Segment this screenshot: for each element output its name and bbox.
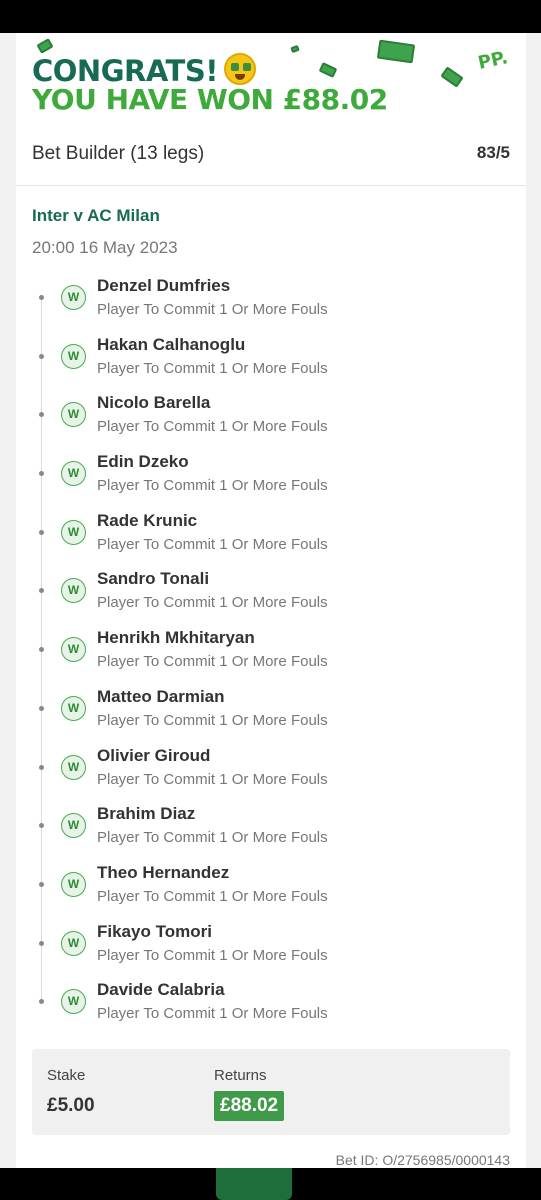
brand-logo: PP. bbox=[476, 47, 510, 74]
leg-market: Player To Commit 1 Or More Fouls bbox=[97, 359, 328, 377]
bet-card: PP. CONGRATS! YOU HAVE WON £88.02 Bet Bu… bbox=[16, 33, 526, 1168]
win-badge-icon: W bbox=[61, 343, 86, 369]
leg-market: Player To Commit 1 Or More Fouls bbox=[97, 711, 328, 729]
stake-value: £5.00 bbox=[47, 1095, 95, 1116]
money-bill-icon bbox=[36, 38, 54, 54]
timeline-dot bbox=[39, 705, 44, 711]
money-bill-icon bbox=[318, 62, 338, 78]
win-badge-icon: W bbox=[61, 285, 86, 310]
leg-player: Fikayo Tomori bbox=[97, 921, 212, 941]
timeline-dot bbox=[39, 940, 44, 946]
win-badge-icon: W bbox=[61, 695, 86, 721]
leg-player: Matteo Darmian bbox=[97, 686, 225, 706]
list-item: W Fikayo Tomori Player To Commit 1 Or More… bbox=[16, 921, 526, 980]
leg-market: Player To Commit 1 Or More Fouls bbox=[97, 535, 328, 553]
win-badge-icon: W bbox=[61, 813, 86, 839]
win-badge-icon: W bbox=[61, 461, 86, 487]
leg-player: Hakan Calhanoglu bbox=[97, 334, 246, 354]
list-item: W Matteo Darmian Player To Commit 1 Or Mor… bbox=[16, 686, 526, 745]
returns-label: Returns bbox=[214, 1067, 267, 1084]
timeline-dot bbox=[39, 412, 44, 418]
leg-player: Brahim Diaz bbox=[97, 804, 196, 824]
timeline-dot bbox=[39, 471, 44, 477]
list-item: W Henrikh Mkhitaryan Player To Commit 1 Or… bbox=[16, 627, 526, 686]
timeline-dot bbox=[39, 764, 44, 770]
leg-market: Player To Commit 1 Or More Fouls bbox=[97, 770, 328, 788]
leg-market: Player To Commit 1 Or More Fouls bbox=[97, 594, 328, 612]
list-item: W Edin Dzeko Player To Commit 1 Or More Fo… bbox=[16, 451, 526, 510]
list-item: W Brahim Diaz Player To Commit 1 Or More F… bbox=[16, 803, 526, 862]
list-item: W Rade Krunic Player To Commit 1 Or More F… bbox=[16, 510, 526, 569]
win-badge-icon: W bbox=[61, 871, 86, 897]
bet-legs-list: W Denzel Dumfries Player To Commit 1 Or Mo… bbox=[16, 275, 526, 1038]
leg-player: Davide Calabria bbox=[97, 980, 225, 1000]
bet-odds: 83/5 bbox=[476, 143, 510, 162]
leg-market: Player To Commit 1 Or More Fouls bbox=[97, 418, 328, 436]
list-item: W Sandro Tonali Player To Commit 1 Or More… bbox=[16, 568, 526, 627]
leg-player: Denzel Dumfries bbox=[97, 276, 231, 295]
leg-player: Nicolo Barella bbox=[97, 393, 211, 413]
win-badge-icon: W bbox=[61, 578, 86, 604]
win-badge-icon: W bbox=[61, 637, 86, 663]
bet-receipt-page: PP. CONGRATS! YOU HAVE WON £88.02 Bet Bu… bbox=[0, 33, 541, 1168]
leg-market: Player To Commit 1 Or More Fouls bbox=[97, 301, 328, 318]
timeline-dot bbox=[39, 588, 44, 594]
won-amount-heading: YOU HAVE WON £88.02 bbox=[32, 83, 388, 116]
list-item: W Theo Hernandez Player To Commit 1 Or Mor… bbox=[16, 862, 526, 921]
win-badge-icon: W bbox=[61, 989, 86, 1015]
bet-id: Bet ID: O/2756985/0000143 bbox=[335, 1152, 510, 1168]
leg-market: Player To Commit 1 Or More Fouls bbox=[97, 477, 328, 495]
leg-player: Olivier Giroud bbox=[97, 745, 211, 765]
status-bar bbox=[0, 0, 541, 33]
win-badge-icon: W bbox=[61, 519, 86, 545]
money-bill-icon bbox=[440, 66, 464, 88]
stake-label: Stake bbox=[47, 1067, 86, 1084]
timeline-dot bbox=[39, 823, 44, 829]
leg-market: Player To Commit 1 Or More Fouls bbox=[97, 887, 328, 905]
leg-player: Rade Krunic bbox=[97, 510, 198, 530]
timeline-dot bbox=[39, 295, 44, 300]
bet-summary-panel: Stake Returns £5.00 £88.02 bbox=[32, 1049, 510, 1135]
congrats-heading: CONGRATS! bbox=[32, 53, 256, 86]
bet-type-title: Bet Builder (13 legs) bbox=[32, 143, 205, 164]
money-mouth-face-icon bbox=[223, 53, 256, 85]
list-item: W Hakan Calhanoglu Player To Commit 1 Or M… bbox=[16, 334, 526, 393]
timeline-dot bbox=[39, 999, 44, 1005]
leg-market: Player To Commit 1 Or More Fouls bbox=[97, 1005, 328, 1023]
timeline-dot bbox=[39, 881, 44, 887]
timeline-dot bbox=[39, 529, 44, 535]
timeline-dot bbox=[39, 647, 44, 653]
returns-value: £88.02 bbox=[214, 1091, 285, 1121]
win-badge-icon: W bbox=[61, 754, 86, 780]
leg-market: Player To Commit 1 Or More Fouls bbox=[97, 653, 328, 671]
leg-player: Henrikh Mkhitaryan bbox=[97, 628, 255, 648]
divider bbox=[16, 185, 526, 186]
win-badge-icon: W bbox=[61, 930, 86, 956]
action-button-peek[interactable] bbox=[216, 1168, 292, 1200]
leg-player: Edin Dzeko bbox=[97, 452, 189, 472]
list-item: W Davide Calabria Player To Commit 1 Or Mo… bbox=[16, 979, 526, 1038]
match-datetime: 20:00 16 May 2023 bbox=[32, 238, 178, 257]
list-item: W Olivier Giroud Player To Commit 1 Or Mor… bbox=[16, 745, 526, 804]
list-item: W Nicolo Barella Player To Commit 1 Or Mor… bbox=[16, 392, 526, 451]
money-bill-icon bbox=[290, 44, 300, 54]
list-item: W Denzel Dumfries Player To Commit 1 Or Mo… bbox=[16, 275, 526, 334]
win-badge-icon: W bbox=[61, 402, 86, 428]
timeline-dot bbox=[39, 353, 44, 359]
money-bill-icon bbox=[376, 39, 416, 64]
match-name[interactable]: Inter v AC Milan bbox=[32, 206, 160, 226]
leg-player: Theo Hernandez bbox=[97, 862, 230, 882]
leg-market: Player To Commit 1 Or More Fouls bbox=[97, 946, 328, 964]
leg-player: Sandro Tonali bbox=[97, 569, 210, 589]
leg-market: Player To Commit 1 Or More Fouls bbox=[97, 829, 328, 847]
